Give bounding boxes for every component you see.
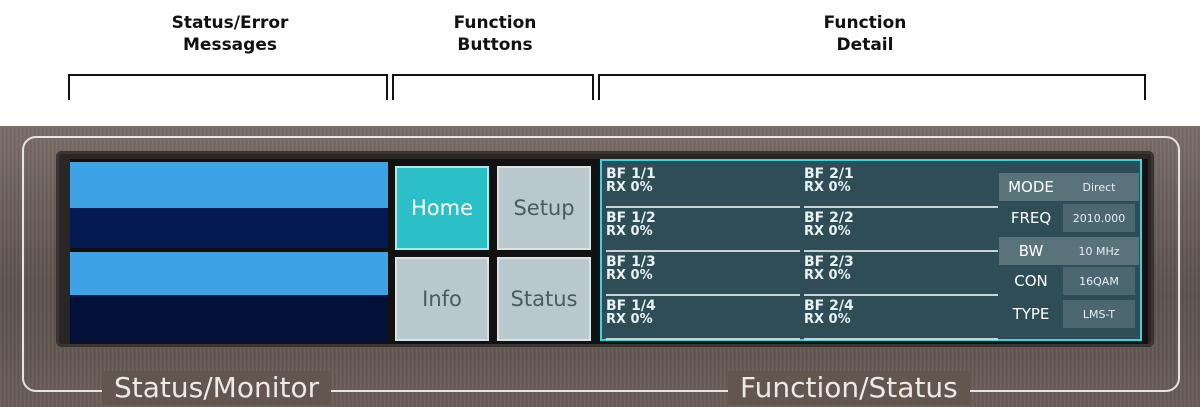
param-freq[interactable]: FREQ 2010.000 bbox=[999, 204, 1139, 232]
param-bw[interactable]: BW 10 MHz bbox=[999, 237, 1139, 265]
param-type[interactable]: TYPE LMS-T bbox=[999, 300, 1139, 328]
lcd-screen: Home Setup Info Status BF 1/1 RX 0% BF 1… bbox=[70, 159, 1148, 344]
function-detail-callout: Function Detail bbox=[790, 12, 940, 56]
param-con[interactable]: CON 16QAM bbox=[999, 267, 1139, 295]
channel-divider bbox=[606, 294, 800, 296]
channel-name: BF 1/4 bbox=[606, 298, 656, 314]
home-button[interactable]: Home bbox=[395, 166, 489, 250]
status-message-bar bbox=[70, 295, 388, 341]
status-message-bar bbox=[70, 162, 388, 208]
channel-divider bbox=[804, 206, 998, 208]
channel-name: BF 1/1 bbox=[606, 166, 656, 182]
callout-line: Function bbox=[453, 13, 537, 33]
status-button[interactable]: Status bbox=[497, 257, 591, 341]
status-monitor-label: Status/Monitor bbox=[102, 371, 332, 405]
channel-rx: RX 0% bbox=[804, 180, 851, 195]
param-key: MODE bbox=[1008, 178, 1054, 196]
channel-rx: RX 0% bbox=[606, 180, 653, 195]
channel-name: BF 1/3 bbox=[606, 254, 656, 270]
channel-bf-2-2[interactable]: BF 2/2 RX 0% bbox=[804, 211, 998, 253]
param-mode[interactable]: MODE Direct bbox=[999, 173, 1139, 201]
function-detail-pane: BF 1/1 RX 0% BF 1/2 RX 0% BF 1/3 RX 0% B… bbox=[600, 159, 1142, 341]
channel-name: BF 2/3 bbox=[804, 254, 854, 270]
callout-line: Messages bbox=[183, 35, 277, 55]
channel-name: BF 2/1 bbox=[804, 166, 854, 182]
channel-name: BF 2/4 bbox=[804, 298, 854, 314]
channel-bf-1-4[interactable]: BF 1/4 RX 0% bbox=[606, 299, 800, 341]
channel-rx: RX 0% bbox=[804, 224, 851, 239]
channel-bf-1-3[interactable]: BF 1/3 RX 0% bbox=[606, 255, 800, 297]
channel-bf-2-4[interactable]: BF 2/4 RX 0% bbox=[804, 299, 998, 341]
channel-rx: RX 0% bbox=[606, 268, 653, 283]
channel-divider bbox=[606, 250, 800, 252]
param-value: Direct bbox=[1082, 180, 1116, 194]
setup-button[interactable]: Setup bbox=[497, 166, 591, 250]
callout-line: Buttons bbox=[457, 35, 533, 55]
channel-divider bbox=[804, 250, 998, 252]
callout-line: Status/Error bbox=[171, 13, 289, 33]
channel-rx: RX 0% bbox=[804, 312, 851, 327]
channel-divider bbox=[606, 338, 800, 340]
channel-divider bbox=[804, 338, 998, 340]
callout-line: Function bbox=[823, 13, 907, 33]
function-detail-bracket bbox=[598, 74, 1146, 100]
status-error-bracket bbox=[68, 74, 388, 100]
param-value: 2010.000 bbox=[1063, 204, 1135, 232]
channel-bf-1-2[interactable]: BF 1/2 RX 0% bbox=[606, 211, 800, 253]
status-error-callout: Status/Error Messages bbox=[140, 12, 320, 56]
param-key: FREQ bbox=[1010, 209, 1052, 227]
function-buttons-callout: Function Buttons bbox=[420, 12, 570, 56]
function-buttons-bracket bbox=[392, 74, 594, 100]
channel-divider bbox=[606, 206, 800, 208]
function-status-label: Function/Status bbox=[728, 371, 970, 405]
param-key: CON bbox=[1014, 272, 1048, 290]
param-value: 10 MHz bbox=[1078, 244, 1120, 258]
callout-line: Detail bbox=[836, 35, 894, 55]
channel-name: BF 2/2 bbox=[804, 210, 854, 226]
status-message-bar bbox=[70, 252, 388, 295]
channel-rx: RX 0% bbox=[804, 268, 851, 283]
param-value: LMS-T bbox=[1063, 300, 1135, 328]
channel-divider bbox=[804, 294, 998, 296]
status-message-bar bbox=[70, 208, 388, 248]
info-button[interactable]: Info bbox=[395, 257, 489, 341]
channel-bf-2-3[interactable]: BF 2/3 RX 0% bbox=[804, 255, 998, 297]
channel-rx: RX 0% bbox=[606, 312, 653, 327]
param-value: 16QAM bbox=[1063, 267, 1135, 295]
channel-rx: RX 0% bbox=[606, 224, 653, 239]
channel-bf-1-1[interactable]: BF 1/1 RX 0% bbox=[606, 167, 800, 209]
channel-name: BF 1/2 bbox=[606, 210, 656, 226]
channel-bf-2-1[interactable]: BF 2/1 RX 0% bbox=[804, 167, 998, 209]
param-key: BW bbox=[1018, 242, 1044, 260]
param-key: TYPE bbox=[1012, 305, 1050, 323]
